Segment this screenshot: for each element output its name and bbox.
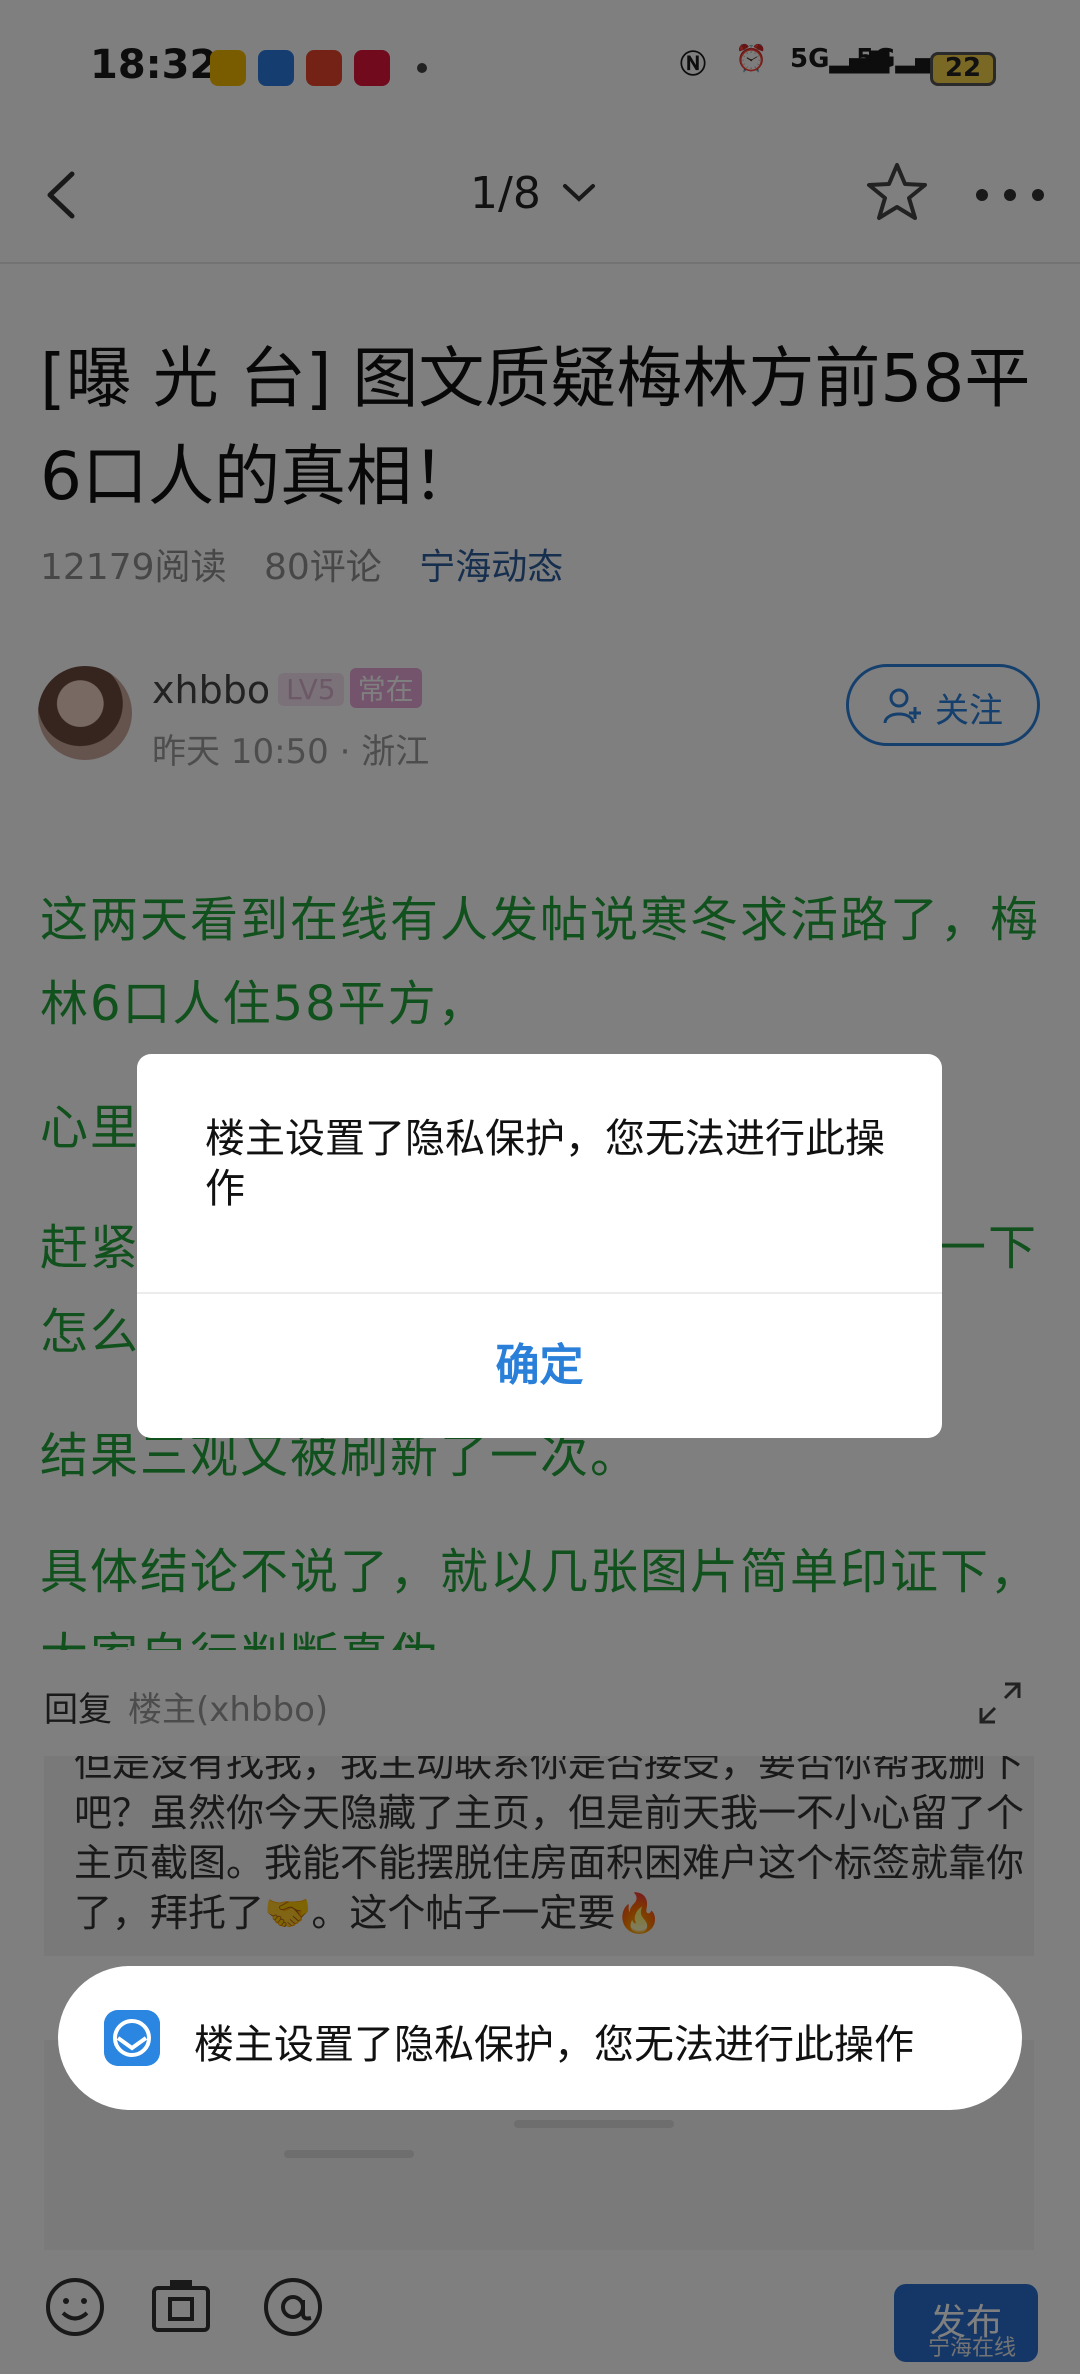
toast-message: 楼主设置了隐私保护，您无法进行此操作 [194,2022,914,2068]
app-logo-icon [104,2010,160,2066]
confirm-button[interactable]: 确定 [137,1294,942,1438]
dialog-message: 楼主设置了隐私保护，您无法进行此操作 [205,1116,885,1212]
alert-dialog: 楼主设置了隐私保护，您无法进行此操作 确定 [137,1054,942,1438]
toast: 楼主设置了隐私保护，您无法进行此操作 [58,1966,1022,2110]
